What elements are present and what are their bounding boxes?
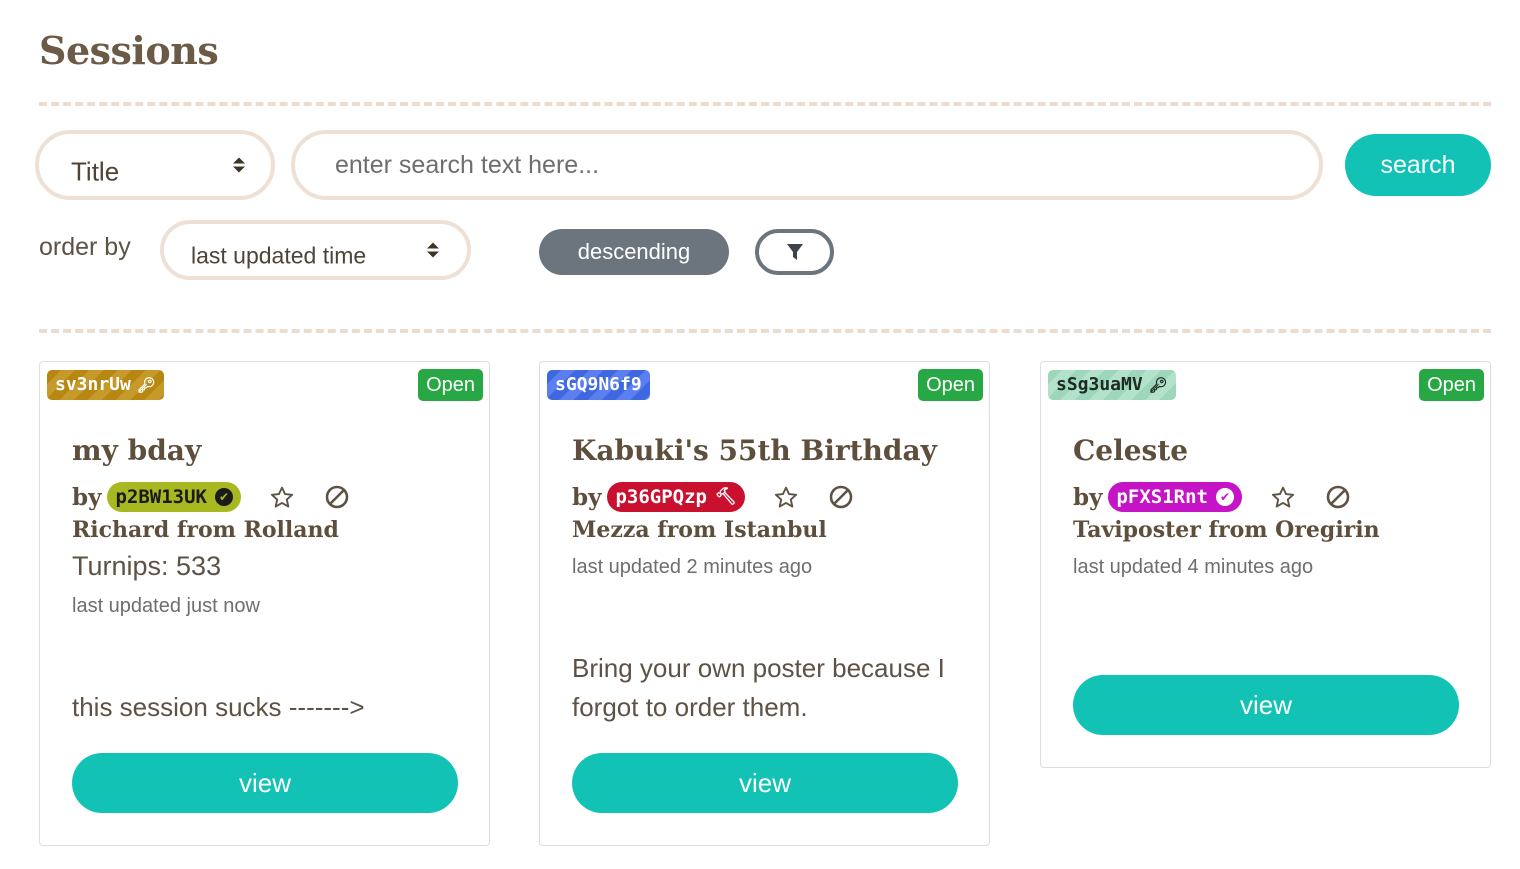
by-label: by bbox=[72, 483, 102, 511]
select-arrows-icon bbox=[427, 242, 439, 258]
key-icon: 🔑︎ bbox=[1148, 376, 1168, 394]
hammer-icon: 🔨︎ bbox=[714, 487, 737, 507]
host-id: p36GPQzp bbox=[615, 486, 707, 508]
session-card: sGQ9N6f9 Open Kabuki's 55th Birthday by … bbox=[539, 361, 990, 846]
host-pill[interactable]: p36GPQzp 🔨︎ bbox=[607, 482, 745, 512]
host-id: p2BW13UK bbox=[115, 486, 207, 508]
host-origin: Mezza from Istanbul bbox=[572, 517, 827, 543]
session-description: this session sucks -------> bbox=[72, 692, 365, 722]
status-badge: Open bbox=[918, 369, 983, 401]
session-id-tag[interactable]: sSg3uaMV 🔑︎ bbox=[1048, 370, 1176, 400]
byline: by p36GPQzp 🔨︎ bbox=[572, 482, 853, 512]
host-origin: Richard from Rolland bbox=[72, 517, 339, 543]
search-input[interactable] bbox=[291, 130, 1323, 200]
view-button[interactable]: view bbox=[72, 753, 458, 813]
view-button[interactable]: view bbox=[572, 753, 958, 813]
by-label: by bbox=[1073, 483, 1103, 511]
session-title: Kabuki's 55th Birthday bbox=[572, 434, 937, 467]
star-icon[interactable] bbox=[1270, 485, 1296, 510]
session-description: Bring your own poster because I forgot t… bbox=[572, 653, 945, 722]
filter-icon bbox=[787, 244, 803, 260]
status-badge: Open bbox=[418, 369, 483, 401]
block-icon[interactable] bbox=[829, 485, 853, 509]
session-card: sSg3uaMV 🔑︎ Open Celeste by pFXS1Rnt ✔ T… bbox=[1040, 361, 1491, 768]
search-field-select[interactable]: Title bbox=[35, 130, 275, 200]
byline: by p2BW13UK ✔ bbox=[72, 482, 349, 512]
session-id: sGQ9N6f9 bbox=[555, 374, 642, 395]
session-id: sv3nrUw bbox=[55, 374, 131, 395]
view-button[interactable]: view bbox=[1073, 675, 1459, 735]
sort-direction-button[interactable]: descending bbox=[539, 229, 729, 275]
select-arrows-icon bbox=[233, 157, 245, 173]
divider bbox=[39, 102, 1491, 106]
session-id-tag[interactable]: sv3nrUw 🔑︎ bbox=[47, 370, 164, 400]
session-id-tag[interactable]: sGQ9N6f9 bbox=[547, 370, 650, 400]
block-icon[interactable] bbox=[325, 485, 349, 509]
by-label: by bbox=[572, 483, 602, 511]
star-icon[interactable] bbox=[269, 485, 295, 510]
page-title: Sessions bbox=[39, 28, 219, 73]
verified-icon: ✔ bbox=[1215, 488, 1234, 506]
session-title: my bday bbox=[72, 434, 202, 467]
host-pill[interactable]: pFXS1Rnt ✔ bbox=[1108, 482, 1242, 512]
session-title: Celeste bbox=[1073, 434, 1189, 467]
order-by-label: order by bbox=[39, 233, 131, 261]
search-field-value: Title bbox=[71, 156, 120, 187]
session-card: sv3nrUw 🔑︎ Open my bday by p2BW13UK ✔ Ri… bbox=[39, 361, 490, 846]
key-icon: 🔑︎ bbox=[136, 376, 156, 394]
star-icon[interactable] bbox=[773, 485, 799, 510]
block-icon[interactable] bbox=[1326, 485, 1350, 509]
filter-button[interactable] bbox=[755, 229, 834, 275]
last-updated: last updated 2 minutes ago bbox=[572, 556, 813, 578]
last-updated: last updated just now bbox=[72, 595, 260, 617]
divider bbox=[39, 329, 1491, 333]
session-id: sSg3uaMV bbox=[1056, 374, 1143, 395]
verified-icon: ✔ bbox=[214, 488, 233, 506]
byline: by pFXS1Rnt ✔ bbox=[1073, 482, 1350, 512]
turnip-price: Turnips: 533 bbox=[72, 551, 222, 581]
host-id: pFXS1Rnt bbox=[1116, 486, 1208, 508]
status-badge: Open bbox=[1419, 369, 1484, 401]
host-origin: Taviposter from Oregirin bbox=[1073, 517, 1380, 543]
search-button[interactable]: search bbox=[1345, 134, 1491, 196]
order-by-select[interactable]: last updated time bbox=[160, 220, 471, 280]
last-updated: last updated 4 minutes ago bbox=[1073, 556, 1314, 578]
host-pill[interactable]: p2BW13UK ✔ bbox=[107, 482, 241, 512]
order-by-value: last updated time bbox=[191, 242, 367, 269]
